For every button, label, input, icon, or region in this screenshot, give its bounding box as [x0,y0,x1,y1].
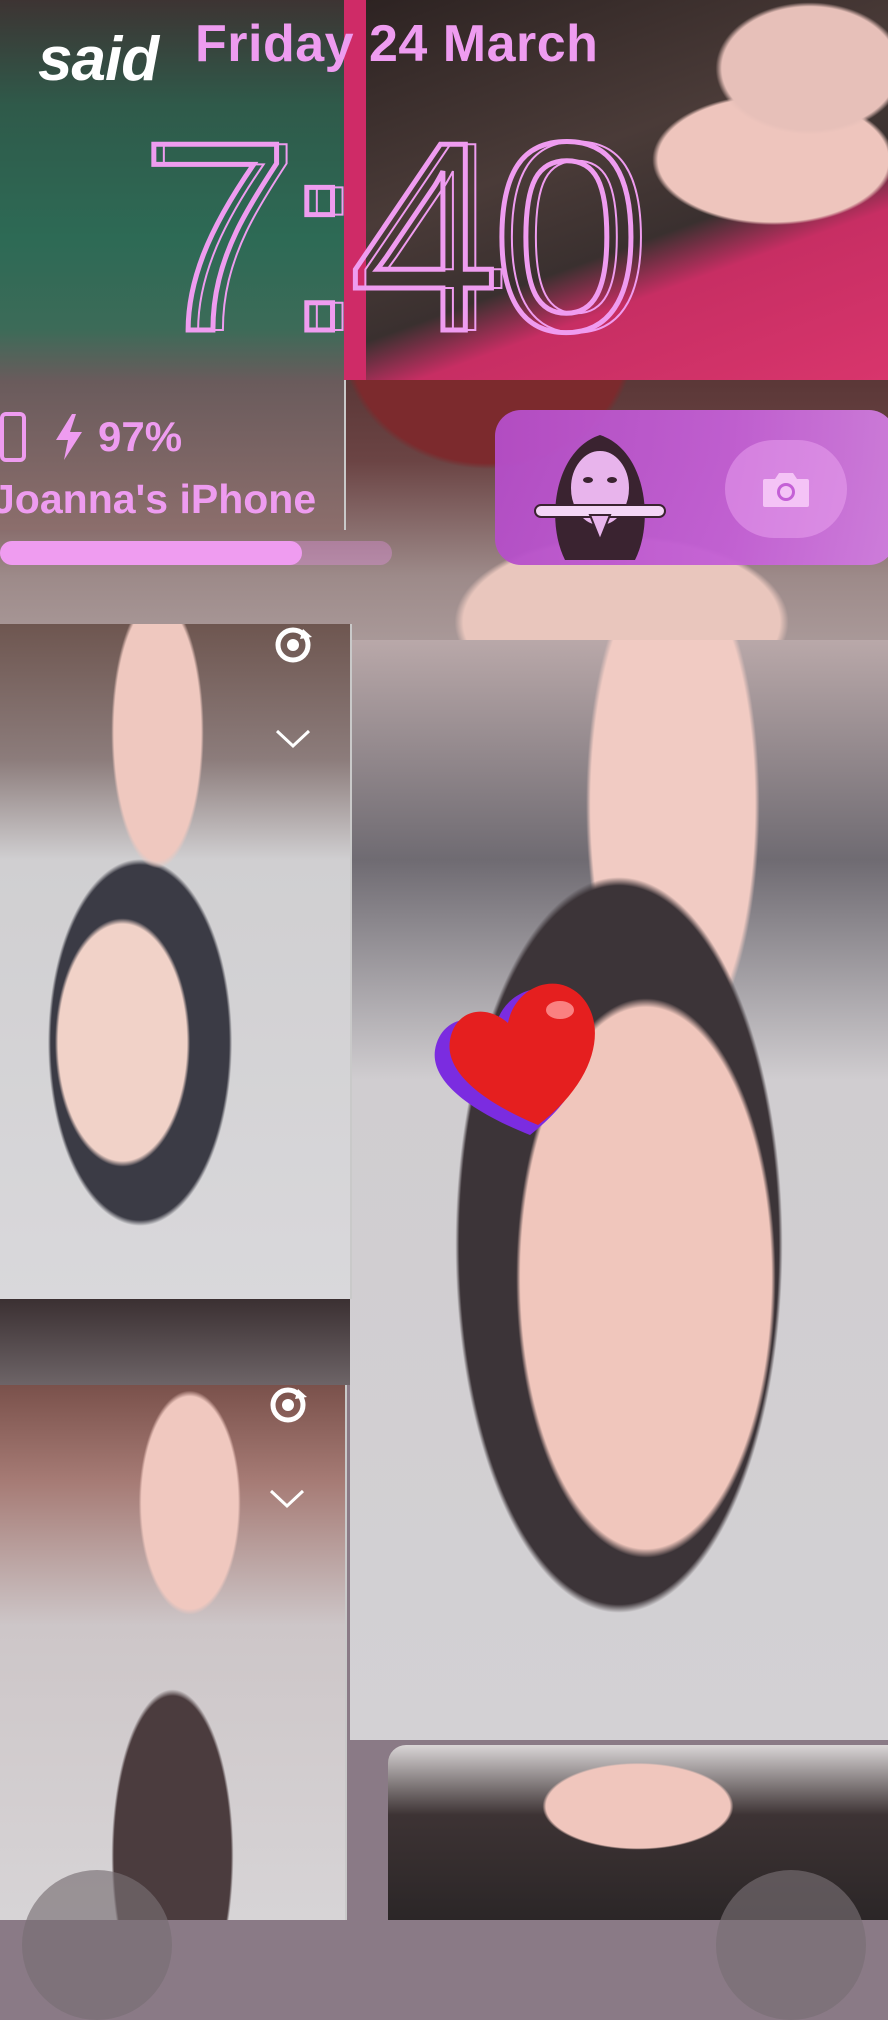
collage-photo-center [350,640,888,1740]
collage-photo-left-2 [0,1385,347,1920]
camera-icon [763,473,809,507]
rotate-icon[interactable] [270,625,316,665]
heart-sticker [434,983,595,1135]
lockscreen-time: 7:40 7:40 [140,110,654,350]
lockscreen-date: Friday 24 March [195,15,599,73]
battery-row: 97% [0,412,182,462]
said-sticker: said [38,25,159,94]
battery-percent: 97% [98,413,183,460]
collage-divider [0,1299,350,1385]
camera-button[interactable] [725,440,847,538]
phone-icon [0,412,26,462]
chevron-down-icon[interactable] [268,1488,306,1510]
chevron-down-icon[interactable] [274,728,312,750]
camera-shortcut-button[interactable] [716,1870,866,2020]
collage-photo-left-1 [0,624,352,1299]
device-name: Joanna's iPhone [0,476,317,522]
rotate-icon[interactable] [265,1385,311,1425]
bolt-icon [56,414,82,460]
time-text-outline: 7:40 [150,110,645,350]
bitmoji-avatar [534,435,666,560]
flashlight-button[interactable] [22,1870,172,2020]
battery-bar-fill [0,541,302,565]
